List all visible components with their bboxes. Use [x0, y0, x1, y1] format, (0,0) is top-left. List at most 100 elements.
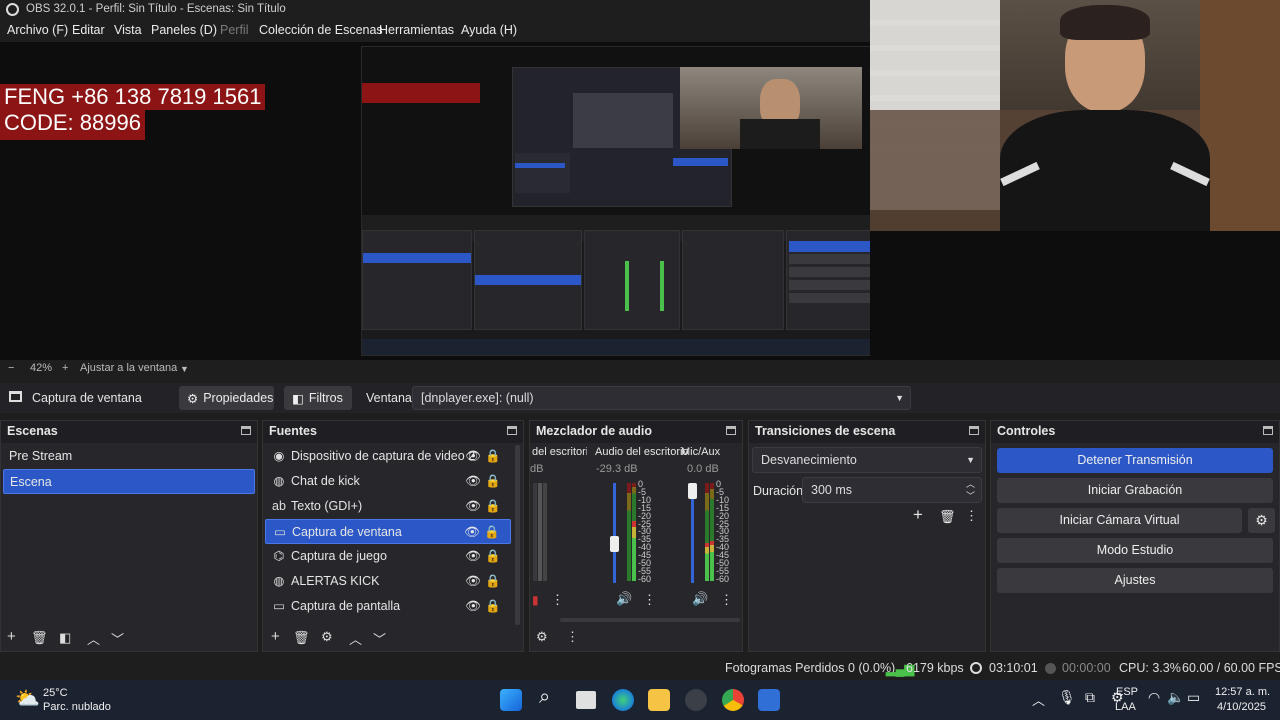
eye-icon[interactable]: 👁 — [465, 569, 481, 594]
menu-coleccion-escenas[interactable]: Colección de Escenas — [259, 23, 383, 37]
more-vertical-icon[interactable]: ⋮ — [643, 592, 656, 608]
volume-slider-handle[interactable] — [688, 483, 697, 499]
source-item[interactable]: ◉ Dispositivo de captura de video 2 👁 🔒 — [265, 444, 511, 469]
window-select[interactable]: [dnplayer.exe]: (null) ▼ — [412, 386, 911, 410]
duration-spinbox[interactable]: 300 ms ︿ ﹀ — [802, 477, 982, 503]
undock-icon[interactable] — [507, 426, 517, 435]
stop-streaming-button[interactable]: Detener Transmisión — [997, 448, 1273, 473]
app-icon[interactable] — [758, 689, 780, 711]
weather-icon[interactable]: ⛅ — [15, 686, 40, 711]
menu-herramientas[interactable]: Herramientas — [379, 23, 454, 37]
source-item[interactable]: ab Texto (GDI+) 👁 🔒 — [265, 494, 511, 519]
clock-date[interactable]: 4/10/2025 — [1217, 701, 1266, 713]
muted-speaker-icon[interactable]: ▮ — [532, 593, 539, 607]
more-vertical-icon[interactable]: ⋮ — [965, 508, 978, 524]
undock-icon[interactable] — [1263, 426, 1273, 435]
volume-slider-handle[interactable] — [610, 536, 619, 552]
spin-arrows-icon[interactable]: ︿ ﹀ — [966, 478, 975, 502]
captured-window-preview — [361, 46, 906, 356]
gear-icon[interactable]: ⚙ — [321, 629, 333, 645]
lock-icon[interactable]: 🔒 — [485, 469, 501, 494]
eye-icon[interactable]: 👁 — [465, 594, 481, 619]
globe-icon: ◍ — [273, 574, 285, 588]
volume-slider-track[interactable] — [613, 483, 616, 583]
advanced-audio-icon[interactable]: ⚙ — [536, 629, 548, 645]
chrome-icon[interactable] — [722, 689, 744, 711]
zoom-out-button[interactable]: − — [8, 362, 14, 374]
windows-start-icon[interactable] — [500, 689, 522, 711]
chevron-up-icon[interactable]: ︿ — [1032, 690, 1045, 709]
transition-select[interactable]: Desvanecimiento ▼ — [752, 447, 982, 473]
filters-button[interactable]: ◧ Filtros — [284, 386, 352, 410]
more-vertical-icon[interactable]: ⋮ — [566, 629, 579, 645]
source-item[interactable]: ▭ Captura de ventana 👁 🔒 — [265, 519, 511, 544]
volume-icon[interactable]: 🔈 — [1167, 689, 1184, 706]
more-vertical-icon[interactable]: ⋮ — [551, 592, 564, 608]
lock-icon[interactable]: 🔒 — [485, 594, 501, 619]
trash-icon[interactable]: 🗑 — [939, 509, 956, 525]
battery-icon[interactable]: ▭ — [1187, 689, 1200, 706]
task-view-icon[interactable] — [576, 691, 596, 709]
chevron-down-icon[interactable]: ▼ — [180, 364, 189, 374]
zoom-in-button[interactable]: + — [62, 362, 68, 374]
scene-item[interactable]: Escena — [3, 469, 255, 494]
scene-item[interactable]: Pre Stream — [3, 444, 255, 469]
sources-scrollbar[interactable] — [515, 445, 520, 625]
settings-button[interactable]: Ajustes — [997, 568, 1273, 593]
add-icon[interactable]: + — [7, 628, 16, 645]
add-icon[interactable]: + — [913, 505, 923, 525]
edge-browser-icon[interactable] — [612, 689, 634, 711]
source-item[interactable]: ⌬ Captura de juego 👁 🔒 — [265, 544, 511, 569]
microphone-icon[interactable]: 🎙 — [1058, 689, 1076, 706]
trash-icon[interactable]: 🗑 — [293, 630, 310, 646]
eye-icon[interactable]: 👁 — [464, 520, 480, 545]
undock-icon[interactable] — [969, 426, 979, 435]
lock-icon[interactable]: 🔒 — [485, 544, 501, 569]
properties-button[interactable]: ⚙ Propiedades — [179, 386, 274, 410]
menu-paneles[interactable]: Paneles (D) — [151, 23, 217, 37]
menu-ayuda[interactable]: Ayuda (H) — [461, 23, 517, 37]
lock-icon[interactable]: 🔒 — [485, 494, 501, 519]
wifi-icon[interactable]: ◠ — [1148, 689, 1160, 706]
trash-icon[interactable]: 🗑 — [31, 630, 48, 646]
eye-icon[interactable]: 👁 — [465, 444, 481, 469]
clock-time[interactable]: 12:57 a. m. — [1215, 686, 1270, 698]
menu-editar[interactable]: Editar — [72, 23, 105, 37]
source-item[interactable]: ▭ Captura de pantalla 👁 🔒 — [265, 594, 511, 619]
lock-icon[interactable]: 🔒 — [485, 444, 501, 469]
chevron-down-icon[interactable]: ﹀ — [373, 629, 386, 648]
chevron-down-icon[interactable]: ﹀ — [111, 629, 124, 648]
start-recording-button[interactable]: Iniciar Grabación — [997, 478, 1273, 503]
source-item[interactable]: ◍ ALERTAS KICK 👁 🔒 — [265, 569, 511, 594]
eye-icon[interactable]: 👁 — [465, 494, 481, 519]
language-bottom[interactable]: LAA — [1115, 701, 1136, 713]
more-vertical-icon[interactable]: ⋮ — [720, 592, 733, 608]
eye-icon[interactable]: 👁 — [465, 469, 481, 494]
record-time: 00:00:00 — [1062, 661, 1111, 675]
filter-icon[interactable]: ◧ — [59, 630, 71, 646]
studio-mode-button[interactable]: Modo Estudio — [997, 538, 1273, 563]
menu-perfil[interactable]: Perfil — [220, 23, 248, 37]
start-virtual-camera-button[interactable]: Iniciar Cámara Virtual — [997, 508, 1242, 533]
add-icon[interactable]: + — [271, 628, 280, 645]
lock-icon[interactable]: 🔒 — [485, 569, 501, 594]
obs-taskbar-icon[interactable] — [685, 689, 707, 711]
mixer-scrollbar[interactable] — [560, 618, 740, 622]
undock-icon[interactable] — [726, 426, 736, 435]
zoom-fit-dropdown[interactable]: Ajustar a la ventana — [80, 362, 177, 374]
speaker-icon[interactable]: 🔊 — [616, 591, 632, 607]
language-top[interactable]: ESP — [1116, 686, 1138, 698]
source-item[interactable]: ◍ Chat de kick 👁 🔒 — [265, 469, 511, 494]
undock-icon[interactable] — [241, 426, 251, 435]
eye-icon[interactable]: 👁 — [465, 544, 481, 569]
menu-vista[interactable]: Vista — [114, 23, 142, 37]
screen-icon[interactable]: ⧉ — [1085, 689, 1095, 706]
chevron-up-icon[interactable]: ︿ — [349, 629, 362, 648]
file-explorer-icon[interactable] — [648, 689, 670, 711]
speaker-icon[interactable]: 🔊 — [692, 591, 708, 607]
menu-archivo[interactable]: Archivo (F) — [7, 23, 68, 37]
chevron-up-icon[interactable]: ︿ — [87, 629, 100, 648]
lock-icon[interactable]: 🔒 — [484, 520, 500, 545]
search-icon[interactable]: ⌕ — [539, 686, 550, 709]
virtual-camera-settings-gear-icon[interactable]: ⚙ — [1248, 508, 1275, 533]
